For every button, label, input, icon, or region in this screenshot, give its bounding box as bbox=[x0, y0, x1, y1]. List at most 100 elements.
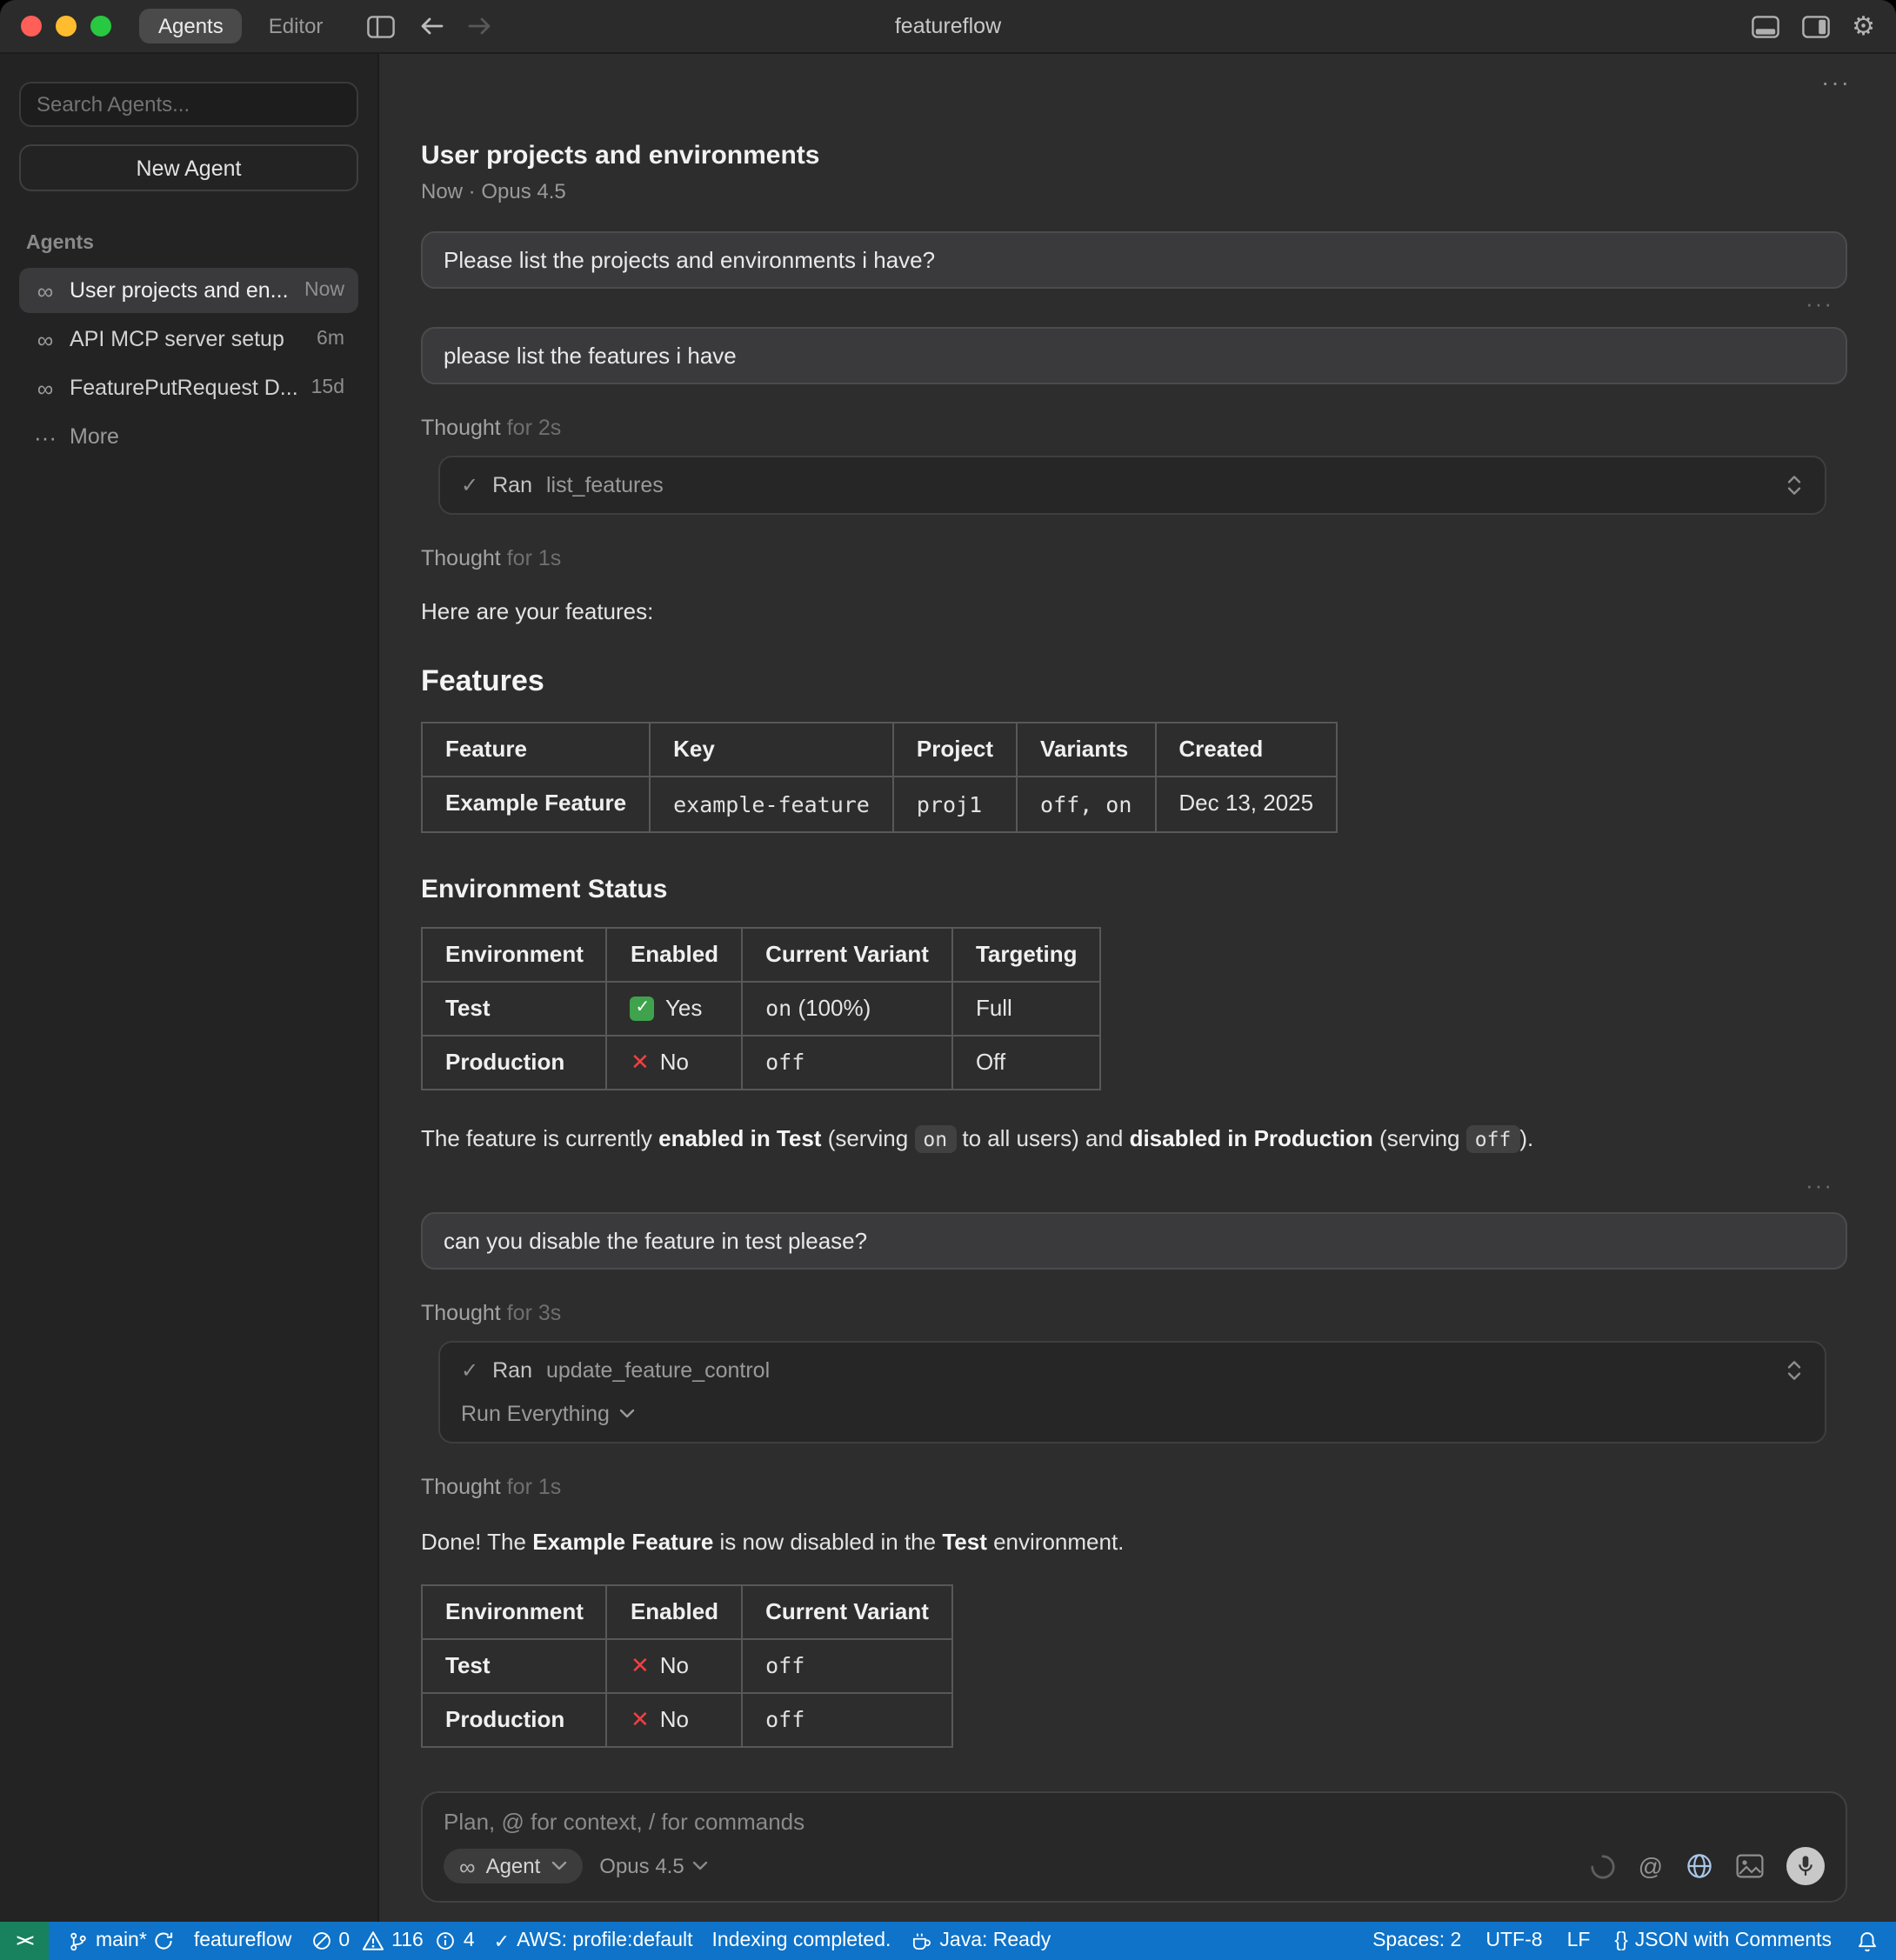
chevron-down-icon bbox=[620, 1410, 636, 1420]
language-label: JSON with Comments bbox=[1635, 1930, 1832, 1951]
column-header: Key bbox=[650, 723, 893, 777]
thought-line-4[interactable]: Thought for 1s bbox=[421, 1476, 1847, 1500]
message-actions-button[interactable]: ··· bbox=[421, 1178, 1847, 1199]
gear-icon[interactable]: ⚙ bbox=[1852, 13, 1875, 39]
check-icon: ✓ bbox=[631, 997, 655, 1021]
table-row: Test ✓Yes on (100%) Full bbox=[422, 982, 1100, 1037]
chevron-down-icon bbox=[693, 1861, 709, 1871]
table-header-row: Environment Enabled Current Variant Targ… bbox=[422, 927, 1100, 982]
minimize-window-button[interactable] bbox=[56, 16, 77, 37]
column-header: Created bbox=[1155, 723, 1337, 777]
check-icon: ✓ bbox=[494, 1930, 510, 1952]
column-header: Enabled bbox=[607, 1584, 742, 1639]
sidebar-item-user-projects[interactable]: ∞ User projects and en... Now bbox=[19, 268, 358, 313]
tool-check-icon: ✓ bbox=[461, 473, 478, 497]
panel-right-icon[interactable] bbox=[1801, 15, 1829, 37]
sidebar-toggle-icon[interactable] bbox=[366, 15, 394, 37]
column-header: Project bbox=[893, 723, 1017, 777]
sync-icon bbox=[154, 1930, 175, 1951]
tool-name: update_feature_control bbox=[546, 1359, 770, 1383]
project-name[interactable]: featureflow bbox=[194, 1930, 292, 1951]
agent-item-label: API MCP server setup bbox=[70, 327, 304, 351]
error-count: 0 bbox=[338, 1930, 350, 1951]
message-actions-button[interactable]: ··· bbox=[421, 296, 1847, 317]
back-arrow-icon[interactable] bbox=[418, 16, 443, 37]
thought-duration: for 3s bbox=[507, 1302, 562, 1326]
coffee-icon bbox=[910, 1930, 932, 1952]
tool-name: list_features bbox=[546, 473, 664, 497]
aws-profile[interactable]: ✓ AWS: profile:default bbox=[494, 1930, 693, 1952]
cell-current-variant: off bbox=[742, 1639, 952, 1694]
close-window-button[interactable] bbox=[21, 16, 42, 37]
environment-status-heading: Environment Status bbox=[421, 874, 1847, 903]
history-spinner-icon[interactable] bbox=[1590, 1853, 1616, 1879]
window-title: featureflow bbox=[895, 14, 1001, 38]
sidebar-item-api-mcp[interactable]: ∞ API MCP server setup 6m bbox=[19, 317, 358, 362]
indexing-status[interactable]: Indexing completed. bbox=[712, 1930, 891, 1951]
composer-input[interactable]: Plan, @ for context, / for commands bbox=[444, 1809, 1825, 1835]
sidebar-item-more[interactable]: ··· More bbox=[19, 414, 358, 459]
cell-enabled: ✕No bbox=[607, 1693, 742, 1748]
git-branch[interactable]: main* bbox=[68, 1930, 175, 1952]
cell-environment: Production bbox=[422, 1693, 607, 1748]
braces-icon: {} bbox=[1614, 1930, 1627, 1951]
nav-controls bbox=[366, 15, 491, 37]
thought-line-1[interactable]: Thought for 2s bbox=[421, 416, 1847, 440]
conversation-meta: Now · Opus 4.5 bbox=[421, 179, 1847, 203]
eol-indicator[interactable]: LF bbox=[1567, 1930, 1591, 1951]
cell-project: proj1 bbox=[893, 777, 1017, 832]
inline-code: on bbox=[914, 1126, 956, 1154]
cell-environment: Test bbox=[422, 982, 607, 1037]
problems-infos[interactable]: 4 bbox=[436, 1930, 475, 1951]
agent-item-label: FeaturePutRequest D... bbox=[70, 376, 299, 400]
thought-line-3[interactable]: Thought for 3s bbox=[421, 1302, 1847, 1326]
column-header: Current Variant bbox=[742, 1584, 952, 1639]
problems-warnings[interactable]: 116 bbox=[362, 1930, 424, 1951]
more-dots-icon: ··· bbox=[33, 425, 57, 448]
problems-errors[interactable]: 0 bbox=[310, 1930, 350, 1951]
table-header-row: Feature Key Project Variants Created bbox=[422, 723, 1337, 777]
column-header: Targeting bbox=[952, 927, 1101, 982]
run-mode-dropdown[interactable]: Run Everything bbox=[461, 1403, 1804, 1427]
panel-bottom-icon[interactable] bbox=[1751, 15, 1779, 37]
sidebar-item-featureputrequest[interactable]: ∞ FeaturePutRequest D... 15d bbox=[19, 365, 358, 410]
table-row: Test ✕No off bbox=[422, 1639, 952, 1694]
notifications-bell[interactable] bbox=[1856, 1930, 1879, 1952]
model-label: Opus 4.5 bbox=[599, 1854, 684, 1878]
cell-variants: off, on bbox=[1017, 777, 1155, 832]
branch-name: main* bbox=[96, 1930, 147, 1951]
agent-infinity-icon: ∞ bbox=[33, 377, 57, 399]
cell-key: example-feature bbox=[650, 777, 893, 832]
composer[interactable]: Plan, @ for context, / for commands ∞ Ag… bbox=[421, 1791, 1847, 1903]
unfold-icon[interactable] bbox=[1785, 1359, 1804, 1383]
remote-indicator[interactable]: >< bbox=[0, 1922, 49, 1960]
java-status[interactable]: Java: Ready bbox=[910, 1930, 1051, 1952]
thought-line-2[interactable]: Thought for 1s bbox=[421, 546, 1847, 570]
microphone-button[interactable] bbox=[1786, 1847, 1825, 1885]
tool-call-list-features[interactable]: ✓ Ran list_features bbox=[438, 456, 1826, 515]
tool-call-update-feature-control[interactable]: ✓ Ran update_feature_control Run Everyth… bbox=[438, 1342, 1826, 1444]
search-input[interactable] bbox=[19, 82, 358, 127]
unfold-icon[interactable] bbox=[1785, 473, 1804, 497]
tab-editor[interactable]: Editor bbox=[250, 9, 343, 43]
agent-mode-dropdown[interactable]: ∞ Agent bbox=[444, 1849, 582, 1883]
encoding-indicator[interactable]: UTF-8 bbox=[1485, 1930, 1542, 1951]
mention-icon[interactable]: @ bbox=[1639, 1854, 1663, 1878]
zoom-window-button[interactable] bbox=[90, 16, 111, 37]
language-mode[interactable]: {} JSON with Comments bbox=[1614, 1930, 1832, 1951]
agent-mode-label: Agent bbox=[486, 1854, 541, 1878]
sidebar: New Agent Agents ∞ User projects and en.… bbox=[0, 54, 379, 1922]
chevron-down-icon bbox=[551, 1861, 566, 1871]
chat-options-button[interactable]: ··· bbox=[1821, 68, 1851, 96]
window-controls bbox=[21, 16, 111, 37]
new-agent-button[interactable]: New Agent bbox=[19, 144, 358, 191]
titlebar: Agents Editor featureflow ⚙ bbox=[0, 0, 1896, 54]
globe-icon[interactable] bbox=[1686, 1852, 1713, 1880]
image-icon[interactable] bbox=[1736, 1854, 1764, 1878]
tab-agents[interactable]: Agents bbox=[139, 9, 243, 43]
spaces-indicator[interactable]: Spaces: 2 bbox=[1372, 1930, 1461, 1951]
model-dropdown[interactable]: Opus 4.5 bbox=[599, 1854, 708, 1878]
more-label: More bbox=[70, 424, 344, 449]
user-message-1: Please list the projects and environment… bbox=[421, 231, 1847, 289]
features-heading: Features bbox=[421, 664, 1847, 699]
